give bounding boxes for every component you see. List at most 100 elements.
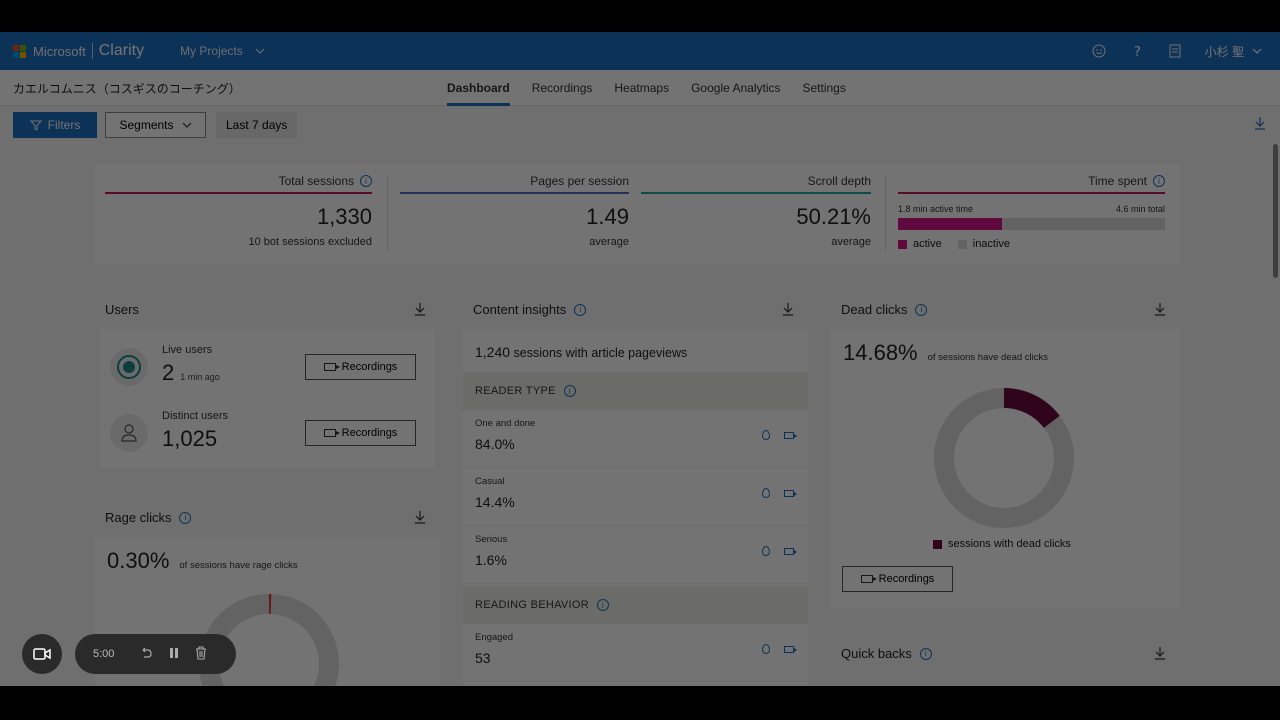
list-item: One and done 84.0% [463,410,808,468]
tab-google-analytics[interactable]: Google Analytics [691,70,780,106]
video-icon[interactable] [784,645,797,653]
info-icon[interactable]: i [179,511,192,524]
info-icon[interactable]: i [919,647,932,660]
download-icon[interactable] [414,302,426,321]
video-icon[interactable] [784,431,797,439]
heatmap-icon[interactable] [762,430,770,440]
article-sessions-count: 1,240 [475,344,511,360]
chevron-down-icon [1252,48,1262,54]
legend-active-label: active [913,238,942,250]
legend-swatch-inactive [957,239,967,249]
metric-value: 1,330 [316,204,372,229]
dead-clicks-recordings-button[interactable]: Recordings [842,566,953,592]
list-item: Engaged 53 [463,624,808,682]
rage-clicks-desc: of sessions have rage clicks [179,560,298,571]
metric-value: 50.21% [796,204,871,229]
content-insights-card: Content insights i 1,240 sessions with ar… [463,288,808,686]
svg-text:?: ? [1134,45,1141,58]
info-icon[interactable]: i [597,599,610,611]
smiley-feedback-icon[interactable] [1091,43,1107,59]
rage-clicks-stat: 0.30% of sessions have rage clicks [107,548,298,574]
metric-label: Pages per session [530,174,629,188]
time-spent-legend: active inactive [898,238,1010,250]
brand-clarity[interactable]: Clarity [99,42,144,60]
info-icon[interactable]: i [915,303,928,316]
help-icon[interactable]: ? [1129,43,1145,59]
download-icon[interactable] [1254,116,1266,135]
document-icon[interactable] [1167,43,1183,59]
metric-sub: 10 bot sessions excluded [248,236,372,248]
users-card: Users Live users 21 min ago Recordings D… [95,288,440,470]
video-icon[interactable] [784,547,797,555]
info-icon[interactable]: i [574,303,587,316]
card-title: Dead clicks i [841,302,928,317]
filters-button[interactable]: Filters [13,112,97,138]
video-camera-icon [33,648,51,660]
projects-dropdown[interactable]: My Projects [180,44,265,58]
live-users-value: 21 min ago [162,360,220,385]
legend-label: sessions with dead clicks [948,538,1071,550]
download-icon[interactable] [782,302,794,321]
card-title: Users [105,302,139,317]
content-insights-panel: 1,240 sessions with article pageviews RE… [463,330,808,686]
metric-label: Total sessions i [279,174,372,188]
projects-label: My Projects [180,44,243,58]
heatmap-icon[interactable] [762,644,770,654]
tab-bar: Dashboard Recordings Heatmaps Google Ana… [447,70,846,106]
metric-time-spent: Time spent i 1.8 min active time 4.6 min … [898,164,1165,264]
tab-heatmaps[interactable]: Heatmaps [614,70,669,106]
reading-behavior-value: 53 [475,650,491,666]
info-icon[interactable]: i [1153,175,1165,187]
date-range-button[interactable]: Last 7 days [216,112,298,138]
account-menu[interactable]: 小杉 聖 [1205,43,1262,60]
distinct-users-row: Distinct users 1,025 Recordings [100,404,435,464]
users-panel: Live users 21 min ago Recordings Distinc… [100,330,435,468]
reader-type-value: 84.0% [475,436,515,452]
filter-bar: Filters Segments Last 7 days [0,106,1280,144]
list-item: Casual 14.4% [463,468,808,526]
user-name: 小杉 聖 [1204,44,1244,59]
metric-underline [105,192,372,194]
dead-clicks-donut [934,388,1074,528]
tab-settings[interactable]: Settings [802,70,845,106]
total-time-text: 4.6 min total [1115,204,1165,214]
distinct-users-value: 1,025 [162,426,218,451]
segments-button[interactable]: Segments [105,112,206,138]
metric-label: Time spent i [1088,174,1165,188]
download-icon[interactable] [414,510,426,529]
distinct-users-label: Distinct users [162,410,229,422]
dead-clicks-desc: of sessions have dead clicks [927,352,1049,363]
tab-recordings[interactable]: Recordings [532,70,593,106]
download-icon[interactable] [1154,302,1166,321]
metric-scroll-depth: Scroll depth 50.21% average [641,164,871,264]
segments-label: Segments [119,118,174,132]
legend-inactive-label: inactive [972,238,1011,250]
reading-behavior-label: Engaged [475,632,514,643]
article-pageviews-headline: 1,240 sessions with article pageviews [475,344,687,360]
metric-label: Scroll depth [807,174,871,188]
dead-clicks-pct: 14.68% [843,340,918,365]
live-recordings-button[interactable]: Recordings [305,354,416,380]
project-name: カエルコムニス（コスギスのコーチング） [13,82,241,96]
heatmap-icon[interactable] [762,488,770,498]
metric-total-sessions: Total sessions i 1,330 10 bot sessions ex… [105,164,372,264]
info-icon[interactable]: i [360,175,372,187]
video-icon[interactable] [784,489,797,497]
metric-pages-per-session: Pages per session 1.49 average [400,164,629,264]
undo-icon[interactable] [139,647,153,662]
record-camera-button[interactable] [22,634,62,674]
download-icon[interactable] [1154,646,1166,665]
reader-type-value: 14.4% [475,494,515,510]
live-indicator-icon [110,348,148,386]
pause-icon[interactable] [169,647,179,662]
distinct-recordings-button[interactable]: Recordings [305,420,416,446]
info-icon[interactable]: i [563,385,576,397]
trash-icon[interactable] [195,645,207,663]
reader-type-section: READER TYPE i [463,372,808,410]
top-bar: Microsoft Clarity My Projects ? 小杉 聖 [0,32,1280,70]
heatmap-icon[interactable] [762,546,770,556]
filter-icon [29,120,42,131]
page-scrollbar[interactable] [1273,144,1278,278]
tab-dashboard[interactable]: Dashboard [447,70,510,106]
summary-metrics-card: Total sessions i 1,330 10 bot sessions ex… [95,164,1180,264]
